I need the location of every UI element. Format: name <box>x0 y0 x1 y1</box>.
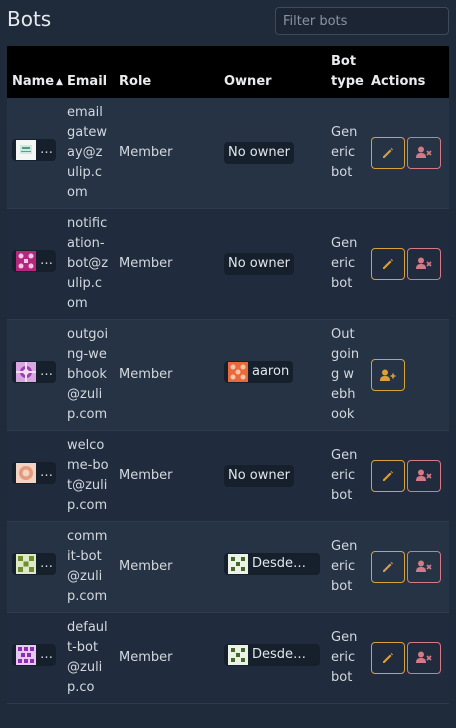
bot-name-pill[interactable]: … <box>12 139 56 161</box>
table-row: … emailgateway@zulip.com Member No owner… <box>7 98 449 209</box>
bot-owner-cell: No owner <box>219 430 326 522</box>
reactivate-bot-button[interactable] <box>371 359 405 391</box>
bot-name-cell: … <box>7 208 62 320</box>
bot-role: Member <box>114 98 219 209</box>
no-owner-label: No owner <box>224 253 294 275</box>
column-header-owner[interactable]: Owner <box>219 46 326 98</box>
edit-bot-button[interactable] <box>371 137 405 170</box>
bot-email: emailgateway@zulip.com <box>62 98 114 209</box>
bot-email: default-bot@zulip.co <box>62 612 114 704</box>
deactivate-bot-button[interactable] <box>407 641 441 674</box>
column-header-actions: Actions <box>366 46 449 98</box>
table-row: … default-bot@zulip.co Member Desdem… Ge… <box>7 612 449 704</box>
column-header-name[interactable]: Name ▲ <box>7 46 63 98</box>
pencil-icon <box>383 562 393 573</box>
avatar <box>228 362 248 382</box>
avatar <box>16 645 36 665</box>
bot-name-pill[interactable]: … <box>12 644 56 666</box>
table-row: … welcome-bot@zulip.com Member No owner … <box>7 430 449 522</box>
bot-actions <box>366 430 449 522</box>
pencil-icon <box>383 471 393 482</box>
bot-actions <box>366 612 449 704</box>
bot-owner-cell: Desdem… <box>219 521 326 613</box>
filter-bots-input[interactable] <box>275 7 449 35</box>
table-header-row: Name ▲ Email Role Owner Bot type Actions <box>7 46 449 98</box>
bot-name-cell: … <box>7 612 62 704</box>
bot-owner-cell: No owner <box>219 208 326 320</box>
sort-ascending-icon: ▲ <box>56 77 63 87</box>
avatar <box>16 362 36 382</box>
bot-name-cell: … <box>7 430 62 522</box>
no-owner-label: No owner <box>224 142 294 164</box>
deactivate-bot-button[interactable] <box>407 247 441 280</box>
bot-name-cell: … <box>7 98 62 209</box>
owner-pill[interactable]: Desdem… <box>224 644 320 666</box>
bot-role: Member <box>114 430 219 522</box>
deactivate-bot-button[interactable] <box>407 136 441 169</box>
table-row: … notification-bot@zulip.com Member No o… <box>7 208 449 320</box>
deactivate-bot-button[interactable] <box>407 550 441 583</box>
column-header-bot-type[interactable]: Bot type <box>326 46 366 98</box>
edit-bot-button[interactable] <box>371 642 405 675</box>
bot-type: Generic bot <box>326 98 366 209</box>
pencil-icon <box>383 148 393 159</box>
table-row: … commit-bot@zulip.com Member Desdem… Ge… <box>7 521 449 613</box>
column-header-role[interactable]: Role <box>114 46 219 98</box>
avatar <box>16 554 36 574</box>
bot-email: welcome-bot@zulip.com <box>62 430 114 522</box>
bot-role: Member <box>114 319 219 431</box>
deactivate-bot-button[interactable] <box>407 459 441 492</box>
user-x-icon <box>416 257 432 270</box>
bot-name-pill[interactable]: … <box>12 553 56 575</box>
pencil-icon <box>383 259 393 270</box>
bot-type: Generic bot <box>326 208 366 320</box>
table-row: … outgoing-webhook@zulip.com Member aaro… <box>7 319 449 431</box>
bot-actions <box>366 319 449 431</box>
avatar <box>16 140 36 160</box>
bot-email: commit-bot@zulip.com <box>62 521 114 613</box>
avatar <box>228 554 248 574</box>
owner-pill[interactable]: aaron <box>224 361 294 383</box>
edit-bot-button[interactable] <box>371 551 405 584</box>
bot-name-cell: … <box>7 521 62 613</box>
user-x-icon <box>416 469 432 482</box>
bot-actions <box>366 98 449 209</box>
bot-type: Outgoing webhook <box>326 319 366 431</box>
bot-email: outgoing-webhook@zulip.com <box>62 319 114 431</box>
bot-type: Generic bot <box>326 521 366 613</box>
bot-owner-cell: Desdem… <box>219 612 326 704</box>
pencil-icon <box>383 653 393 664</box>
bot-name-cell: … <box>7 319 62 431</box>
bot-type: Generic bot <box>326 430 366 522</box>
bots-settings-page: Bots Name▲ Email Role Owner Bot type Act… <box>0 0 456 728</box>
bot-name-pill[interactable]: … <box>12 361 56 383</box>
bot-actions <box>366 521 449 613</box>
bots-header: Bots <box>0 0 456 42</box>
bot-actions <box>366 208 449 320</box>
user-plus-icon <box>380 369 396 381</box>
avatar <box>228 645 248 665</box>
edit-bot-button[interactable] <box>371 248 405 281</box>
bot-role: Member <box>114 612 219 704</box>
bot-role: Member <box>114 521 219 613</box>
user-x-icon <box>416 146 432 159</box>
bots-table: Name ▲ Email Role Owner Bot type Actions … <box>7 46 449 704</box>
user-x-icon <box>416 560 432 573</box>
column-header-email[interactable]: Email <box>62 46 114 98</box>
avatar <box>16 463 36 483</box>
bot-owner-cell: aaron <box>219 319 326 431</box>
edit-bot-button[interactable] <box>371 460 405 493</box>
bot-owner-cell: No owner <box>219 98 326 209</box>
bot-type: Generic bot <box>326 612 366 704</box>
user-x-icon <box>416 651 432 664</box>
no-owner-label: No owner <box>224 465 294 487</box>
bot-name-pill[interactable]: … <box>12 250 56 272</box>
page-title: Bots <box>7 7 52 31</box>
bot-email: notification-bot@zulip.com <box>62 208 114 320</box>
avatar <box>16 251 36 271</box>
bot-name-pill[interactable]: … <box>12 462 56 484</box>
bot-role: Member <box>114 208 219 320</box>
owner-pill[interactable]: Desdem… <box>224 553 320 575</box>
